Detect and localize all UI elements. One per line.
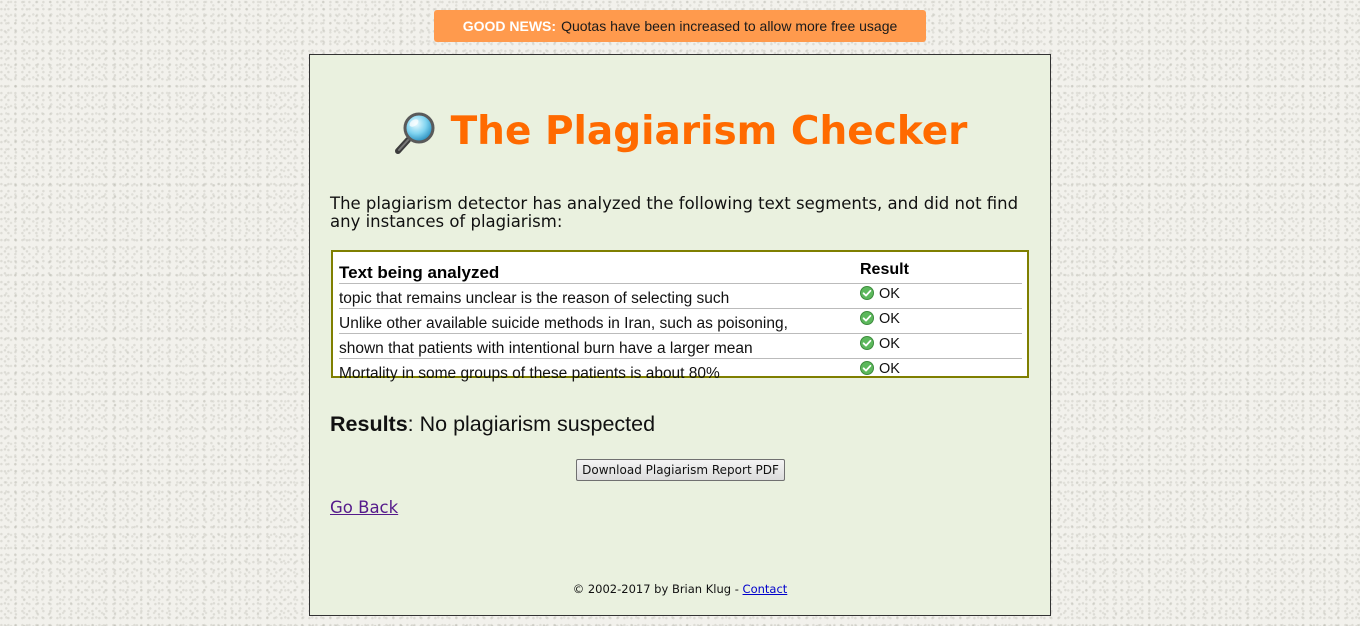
result-cell: OK: [860, 333, 1022, 359]
magnifier-icon: [393, 109, 439, 155]
result-label: OK: [879, 361, 900, 377]
table-body: topic that remains unclear is the reason…: [339, 283, 1022, 384]
table-row: Mortality in some groups of these patien…: [339, 359, 1022, 384]
download-report-button[interactable]: Download Plagiarism Report PDF: [576, 459, 785, 481]
results-label: Results: [330, 412, 408, 436]
intro-text: The plagiarism detector has analyzed the…: [330, 194, 1019, 231]
main-panel: The Plagiarism Checker The plagiarism de…: [309, 54, 1051, 616]
analyzed-text-cell: Mortality in some groups of these patien…: [339, 365, 720, 382]
check-circle-icon: [860, 286, 874, 300]
result-cell: OK: [860, 283, 1022, 309]
result-cell: OK: [860, 308, 1022, 334]
news-banner: GOOD NEWS: Quotas have been increased to…: [434, 10, 926, 42]
check-circle-icon: [860, 336, 874, 350]
analyzed-text-cell: topic that remains unclear is the reason…: [339, 283, 860, 309]
go-back-link[interactable]: Go Back: [330, 498, 398, 517]
news-label: GOOD NEWS:: [462, 18, 557, 34]
page-header: The Plagiarism Checker: [310, 103, 1050, 159]
column-header-text: Text being analyzed: [339, 258, 860, 284]
analyzed-text-cell: shown that patients with intentional bur…: [339, 333, 860, 359]
page-title: The Plagiarism Checker: [450, 108, 968, 154]
footer: © 2002-2017 by Brian Klug - Contact: [310, 582, 1050, 596]
results-value: : No plagiarism suspected: [407, 412, 656, 436]
results-table: Text being analyzed Result topic that re…: [331, 250, 1029, 382]
table-header-row: Text being analyzed Result: [339, 258, 1022, 284]
results-summary: Results: No plagiarism suspected: [330, 412, 655, 437]
footer-copyright: © 2002-2017 by Brian Klug -: [572, 582, 743, 596]
analyzed-text-cell: Unlike other available suicide methods i…: [339, 308, 860, 334]
result-label: OK: [879, 336, 900, 352]
contact-link[interactable]: Contact: [743, 582, 788, 596]
result-label: OK: [879, 311, 900, 327]
results-table-grid: Text being analyzed Result topic that re…: [339, 258, 1022, 383]
result-cell: OK: [860, 359, 1022, 384]
result-label: OK: [879, 286, 900, 302]
column-header-result: Result: [860, 258, 1022, 284]
table-row: Unlike other available suicide methods i…: [339, 308, 1022, 334]
table-row: topic that remains unclear is the reason…: [339, 283, 1022, 309]
check-circle-icon: [860, 361, 874, 375]
table-row: shown that patients with intentional bur…: [339, 333, 1022, 359]
news-text: Quotas have been increased to allow more…: [561, 18, 898, 34]
check-circle-icon: [860, 311, 874, 325]
